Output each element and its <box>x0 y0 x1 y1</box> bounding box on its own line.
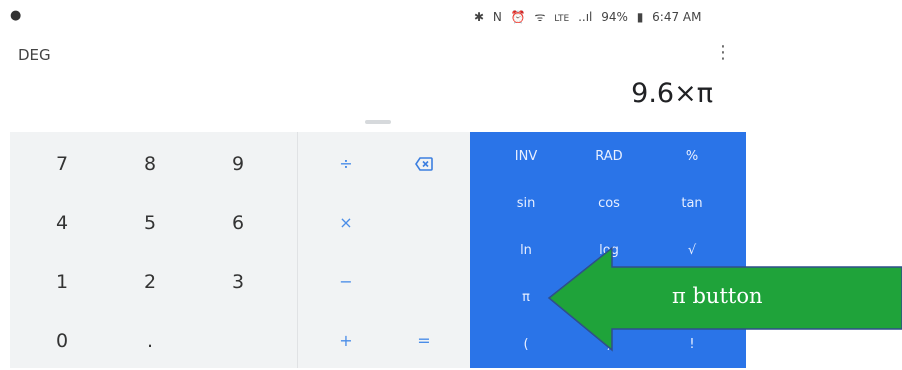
annotation-label: π button <box>672 284 763 308</box>
annotation-arrow <box>547 246 902 352</box>
